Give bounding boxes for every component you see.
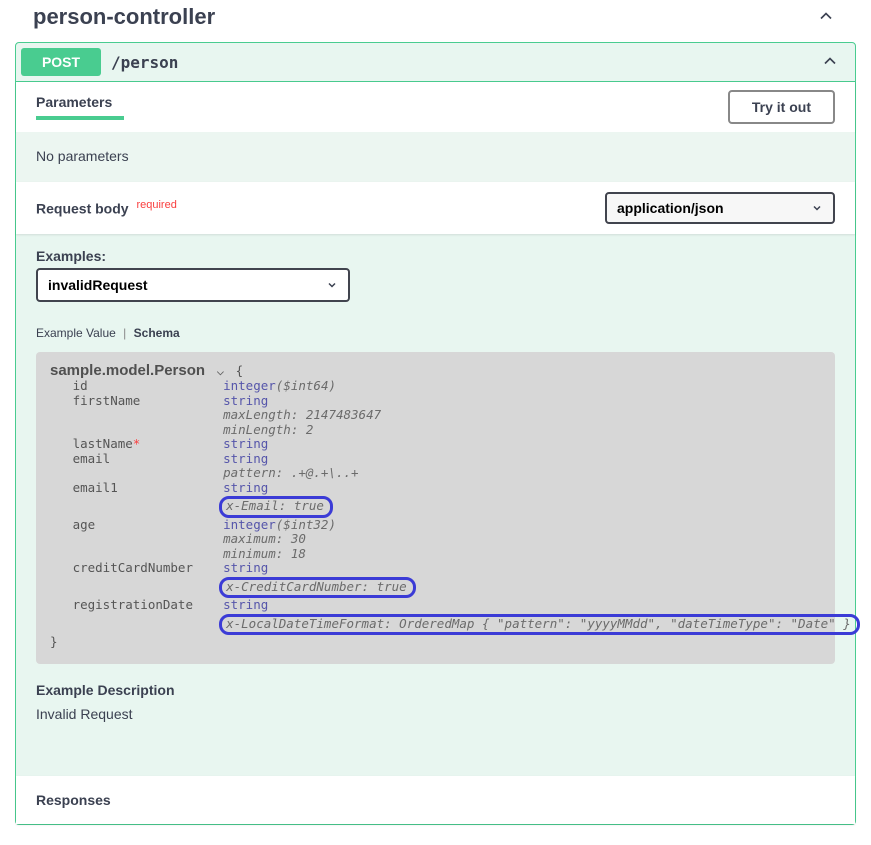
prop-lastName: lastName xyxy=(73,436,133,451)
operation-collapse-button[interactable] xyxy=(820,51,840,74)
model-toggle-icon[interactable]: ⌵ xyxy=(213,364,229,379)
schema-box: sample.model.Person ⌵ { id integer($int6… xyxy=(36,352,835,664)
request-body-title: Request body xyxy=(36,201,129,217)
no-parameters-message: No parameters xyxy=(16,132,855,182)
example-description-value: Invalid Request xyxy=(36,706,835,722)
annotation-x-local-date-time-format: x-LocalDateTimeFormat: OrderedMap { "pat… xyxy=(219,614,860,636)
parameters-header: Parameters Try it out xyxy=(16,82,855,132)
prop-email1: email1 xyxy=(73,480,118,495)
annotation-x-credit-card: x-CreditCardNumber: true xyxy=(219,577,416,599)
prop-age: age xyxy=(73,517,96,532)
tab-separator: | xyxy=(123,326,126,340)
model-name: sample.model.Person xyxy=(50,362,205,379)
endpoint-path: /person xyxy=(101,53,820,72)
prop-id: id xyxy=(73,378,88,393)
example-select[interactable]: invalidRequest xyxy=(36,268,350,302)
request-body-header: Request body required application/json xyxy=(16,182,855,234)
operation-summary[interactable]: POST /person xyxy=(16,43,855,82)
request-body-block: Examples: invalidRequest Example Value |… xyxy=(16,234,855,740)
operation-block: POST /person Parameters Try it out No pa… xyxy=(15,42,856,825)
tab-example-value[interactable]: Example Value xyxy=(36,326,116,340)
try-it-out-button[interactable]: Try it out xyxy=(728,90,835,124)
tag-header[interactable]: person-controller xyxy=(15,0,856,42)
required-label: required xyxy=(132,199,176,211)
model-tabs: Example Value | Schema xyxy=(36,326,835,340)
content-type-select[interactable]: application/json xyxy=(605,192,835,224)
prop-creditCardNumber: creditCardNumber xyxy=(73,560,193,575)
prop-firstName: firstName xyxy=(73,393,141,408)
example-description-title: Example Description xyxy=(36,682,835,698)
prop-email: email xyxy=(73,451,111,466)
tag-title: person-controller xyxy=(33,4,215,30)
tab-schema[interactable]: Schema xyxy=(134,326,180,340)
tag-collapse-button[interactable] xyxy=(816,6,836,29)
prop-registrationDate: registrationDate xyxy=(73,597,193,612)
annotation-x-email: x-Email: true xyxy=(219,496,333,518)
http-method-badge: POST xyxy=(21,48,101,76)
chevron-up-icon xyxy=(820,51,840,71)
examples-label: Examples: xyxy=(36,248,835,264)
chevron-up-icon xyxy=(816,6,836,26)
parameters-title: Parameters xyxy=(36,94,112,120)
responses-header: Responses xyxy=(16,776,855,824)
